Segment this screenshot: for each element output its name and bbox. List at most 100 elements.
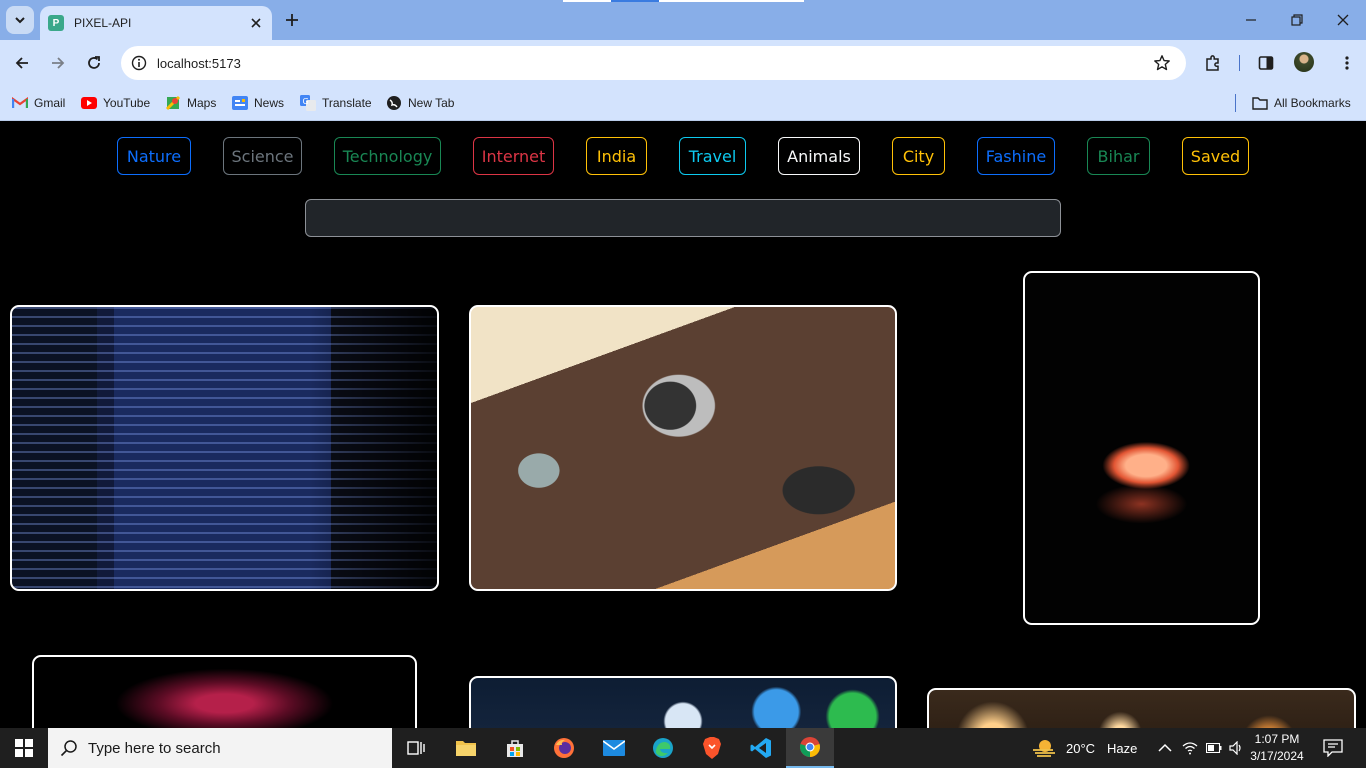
bookmark-translate[interactable]: G Translate — [300, 92, 372, 114]
gallery-image-phone-apps[interactable] — [469, 676, 897, 728]
network-status[interactable] — [1181, 739, 1199, 757]
bookmark-maps[interactable]: Maps — [165, 92, 216, 114]
gallery-image-workspace-desk[interactable] — [469, 305, 897, 591]
puzzle-icon — [1206, 55, 1219, 71]
profile-avatar[interactable] — [1294, 52, 1314, 72]
brave-icon — [703, 737, 721, 759]
side-panel-icon — [1258, 56, 1274, 70]
category-button-fashine[interactable]: Fashine — [977, 137, 1055, 175]
bookmarks-bar: Gmail YouTube Maps News G Translate New … — [0, 86, 1366, 121]
bookmark-star-icon[interactable] — [1152, 53, 1172, 73]
chevron-down-icon — [15, 17, 25, 24]
category-button-india[interactable]: India — [586, 137, 647, 175]
wifi-icon — [1182, 742, 1198, 755]
category-button-technology[interactable]: Technology — [334, 137, 441, 175]
search-icon — [60, 739, 78, 757]
reload-icon — [88, 56, 100, 69]
plus-icon — [286, 14, 298, 26]
show-hidden-icons-button[interactable] — [1156, 739, 1174, 757]
notification-icon — [1323, 739, 1343, 757]
tab-scroll-indicator-active — [611, 0, 659, 2]
forward-button[interactable] — [44, 49, 72, 77]
battery-status[interactable] — [1205, 739, 1223, 757]
bookmark-label: Gmail — [34, 96, 66, 110]
gallery-image-code-on-laptop-screen[interactable] — [10, 305, 439, 591]
globe-icon — [386, 95, 402, 111]
all-bookmarks-label: All Bookmarks — [1274, 96, 1351, 110]
address-url[interactable]: localhost:5173 — [157, 56, 1152, 71]
weather-widget[interactable]: 20°C Haze — [1030, 728, 1137, 768]
category-button-city[interactable]: City — [892, 137, 945, 175]
all-bookmarks-button[interactable]: All Bookmarks — [1252, 92, 1351, 114]
side-panel-button[interactable] — [1252, 49, 1280, 77]
minimize-icon — [1246, 19, 1256, 21]
close-tab-icon[interactable] — [248, 15, 264, 31]
category-button-bihar[interactable]: Bihar — [1087, 137, 1150, 175]
chrome-button[interactable] — [786, 728, 834, 768]
youtube-icon — [81, 95, 97, 111]
translate-icon: G — [300, 95, 316, 111]
address-bar[interactable]: localhost:5173 — [121, 46, 1186, 80]
edge-button[interactable] — [639, 728, 687, 768]
back-button[interactable] — [8, 49, 36, 77]
extensions-button[interactable] — [1199, 49, 1227, 77]
notification-center-button[interactable] — [1322, 738, 1344, 758]
bookmark-label: Translate — [322, 96, 372, 110]
volume-control[interactable] — [1228, 739, 1246, 757]
task-view-icon — [407, 741, 425, 755]
mail-button[interactable] — [590, 728, 638, 768]
start-button[interactable] — [0, 728, 48, 768]
category-button-science[interactable]: Science — [223, 137, 302, 175]
firefox-button[interactable] — [540, 728, 588, 768]
svg-text:G: G — [303, 97, 309, 106]
site-info-icon[interactable] — [131, 55, 147, 71]
bookmark-label: YouTube — [103, 96, 151, 110]
gallery-image-city-lights[interactable] — [927, 688, 1356, 728]
bookmarks-divider — [1235, 94, 1236, 112]
category-button-travel[interactable]: Travel — [679, 137, 746, 175]
chrome-menu-button[interactable] — [1333, 49, 1361, 77]
bookmark-gmail[interactable]: Gmail — [12, 92, 65, 114]
category-button-saved[interactable]: Saved — [1182, 137, 1249, 175]
new-tab-button[interactable] — [280, 8, 304, 32]
category-button-animals[interactable]: Animals — [778, 137, 860, 175]
taskbar-search-box[interactable]: Type here to search — [48, 728, 392, 768]
battery-icon — [1206, 743, 1222, 753]
category-button-internet[interactable]: Internet — [473, 137, 554, 175]
bookmark-label: News — [254, 96, 285, 110]
gallery-image-plasma-ball[interactable] — [32, 655, 417, 728]
maps-icon — [165, 95, 181, 111]
bookmark-news[interactable]: News — [232, 92, 284, 114]
vscode-icon — [750, 738, 771, 758]
taskbar-clock[interactable]: 1:07 PM 3/17/2024 — [1246, 731, 1308, 765]
tab-search-button[interactable] — [6, 6, 34, 34]
clock-time: 1:07 PM — [1254, 732, 1300, 746]
brave-button[interactable] — [688, 728, 736, 768]
arrow-right-icon — [52, 57, 65, 69]
microsoft-store-button[interactable] — [491, 728, 539, 768]
search-input[interactable] — [305, 199, 1061, 237]
bookmark-new-tab[interactable]: New Tab — [386, 92, 454, 114]
category-button-nature[interactable]: Nature — [117, 137, 191, 175]
minimize-button[interactable] — [1238, 8, 1264, 32]
app-favicon-icon: P — [48, 15, 64, 31]
browser-toolbar: localhost:5173 — [0, 40, 1366, 86]
bookmark-youtube[interactable]: YouTube — [81, 92, 150, 114]
folder-icon — [1252, 95, 1268, 111]
chevron-up-icon — [1158, 743, 1172, 752]
reload-button[interactable] — [80, 49, 108, 77]
arrow-left-icon — [15, 57, 28, 69]
bookmark-label: Maps — [187, 96, 217, 110]
task-view-button[interactable] — [392, 728, 440, 768]
file-explorer-button[interactable] — [442, 728, 490, 768]
weather-condition: Haze — [1107, 740, 1138, 756]
haze-icon — [1030, 737, 1058, 759]
speaker-icon — [1229, 741, 1241, 755]
restore-button[interactable] — [1284, 8, 1310, 32]
vscode-button[interactable] — [737, 728, 785, 768]
tab-strip: P PIXEL-API — [0, 0, 1366, 40]
gallery-image-glowing-laptop[interactable] — [1023, 271, 1260, 625]
close-window-button[interactable] — [1330, 8, 1356, 32]
tab-scroll-indicator — [659, 0, 804, 2]
browser-tab-active[interactable]: P PIXEL-API — [40, 6, 272, 40]
